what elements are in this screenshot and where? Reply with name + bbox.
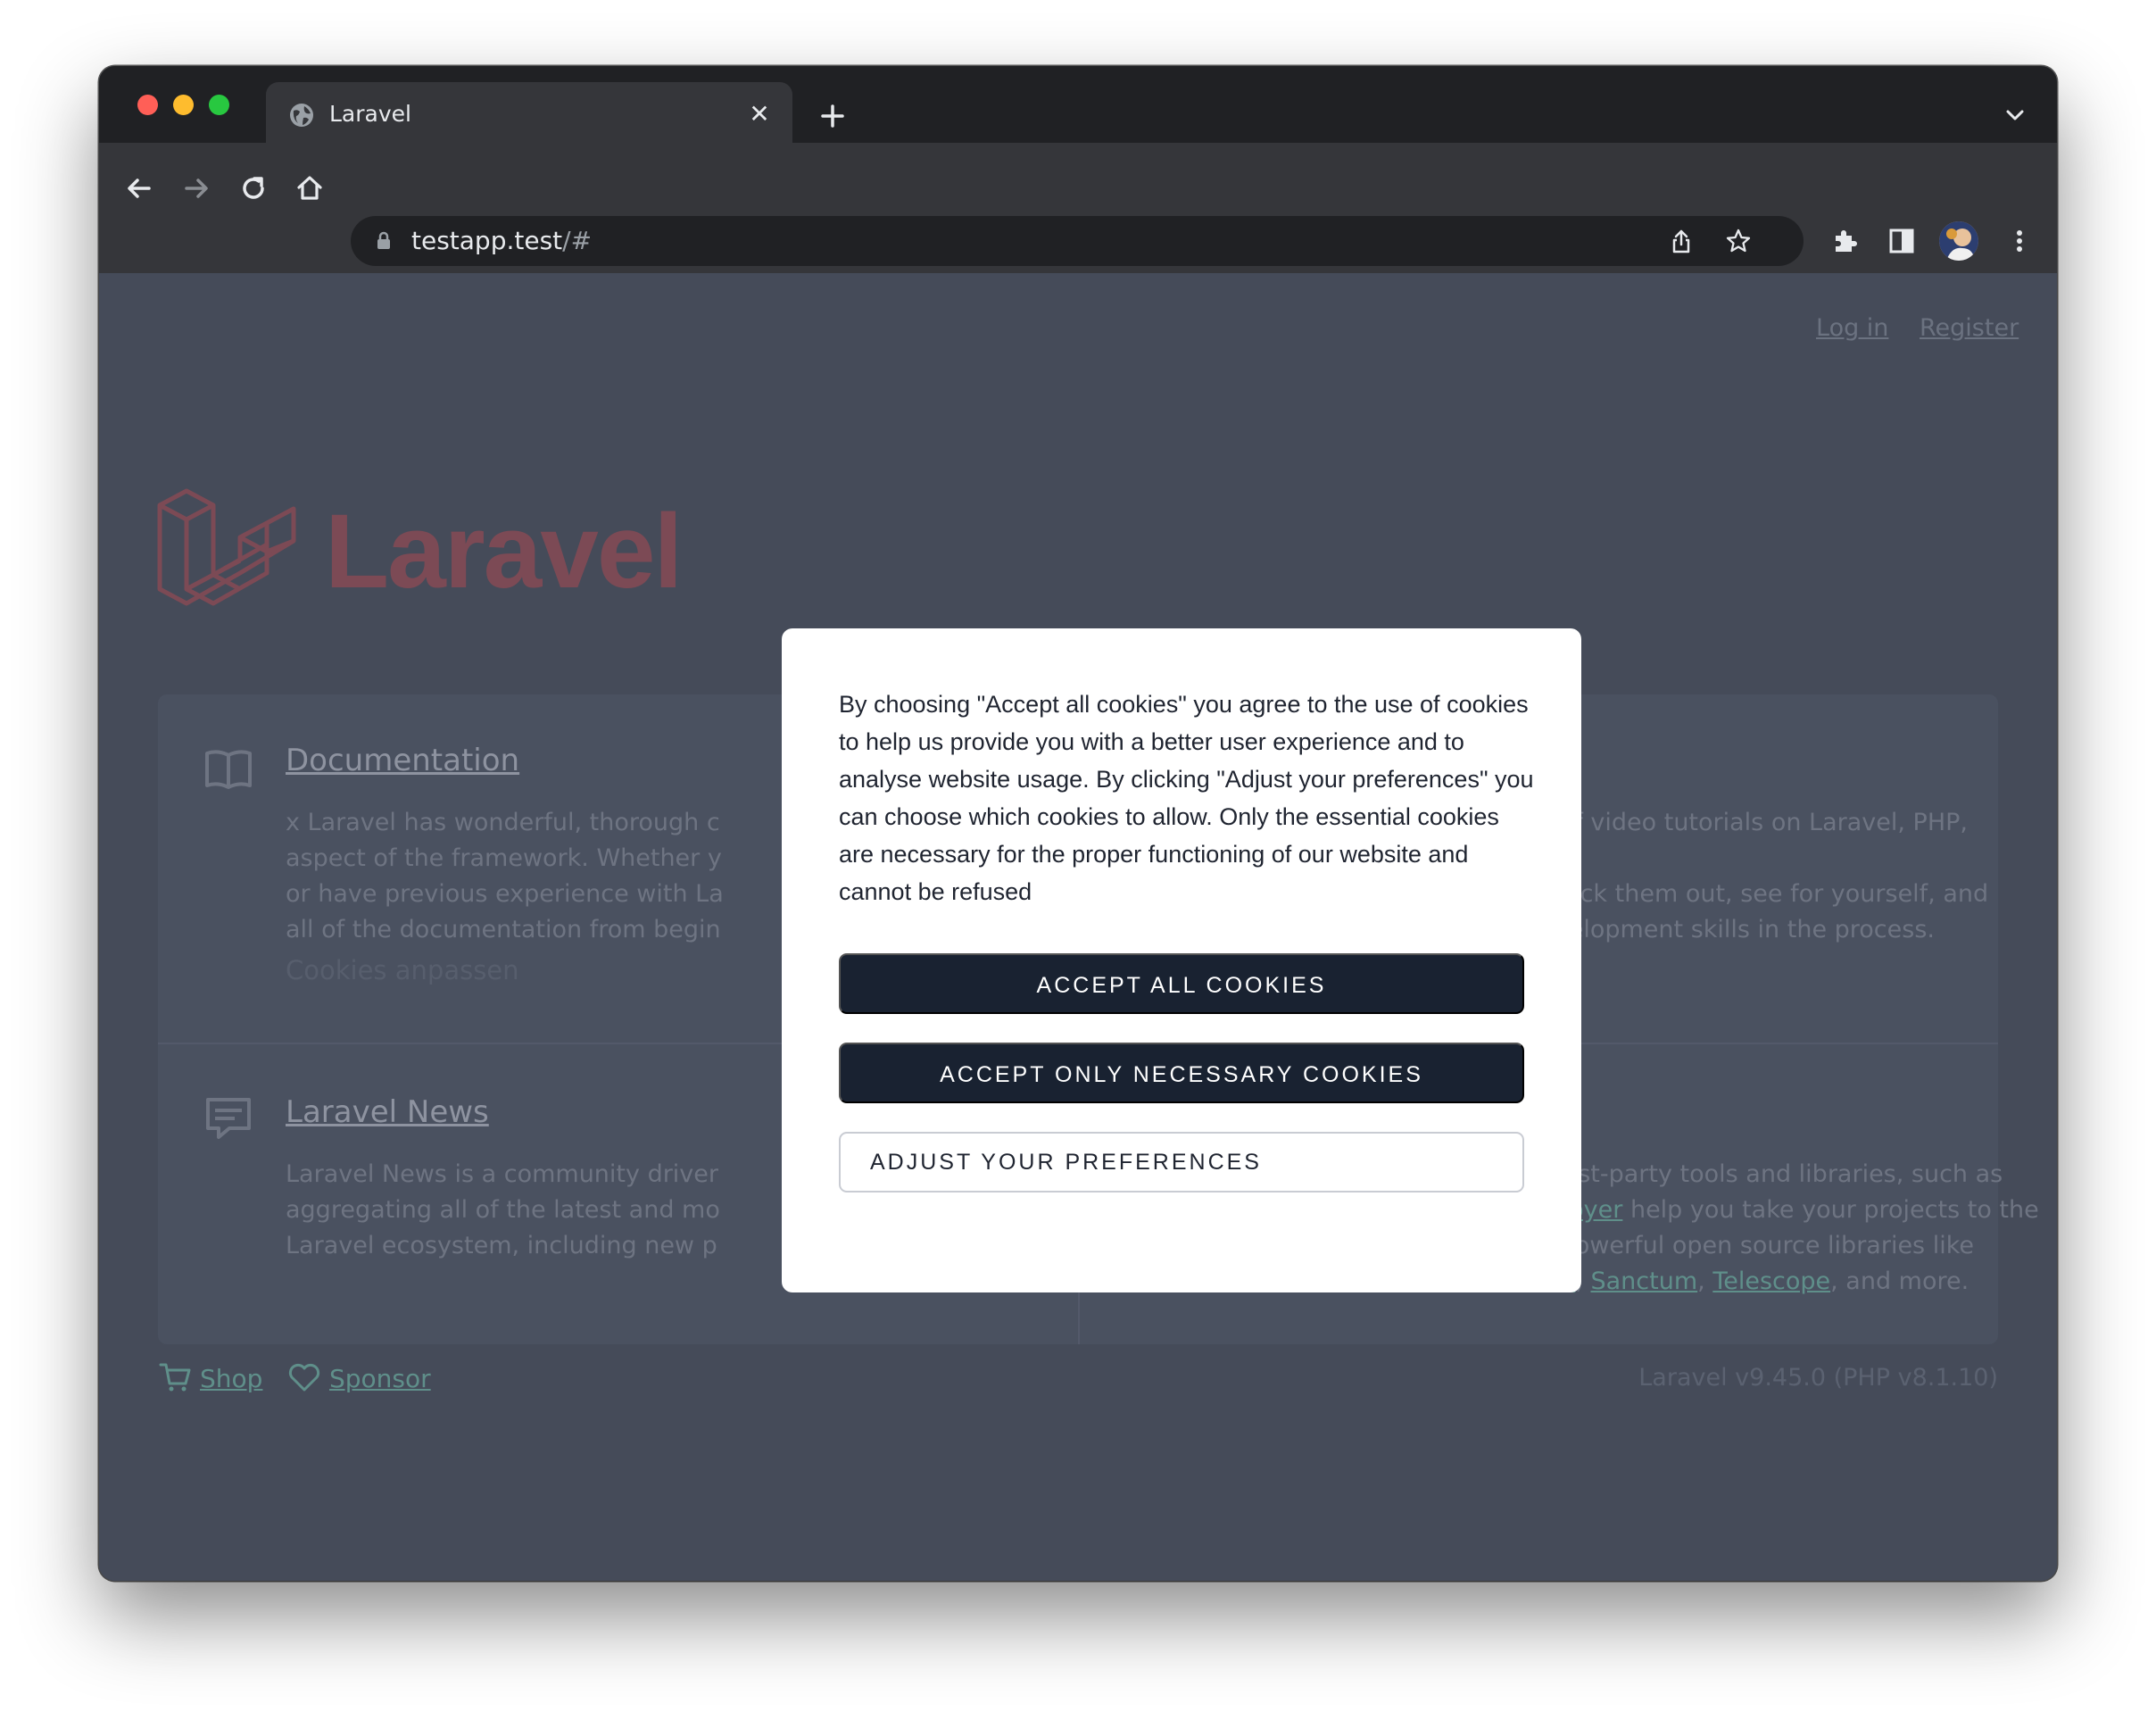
shopping-cart-icon xyxy=(159,1363,191,1392)
ecosystem-text: f first-party tools and libraries, such … xyxy=(1524,1157,2039,1300)
back-arrow-icon[interactable] xyxy=(120,170,158,207)
shop-link[interactable]: Shop xyxy=(200,1364,262,1393)
forward-arrow-icon[interactable] xyxy=(178,170,215,207)
share-icon[interactable] xyxy=(1668,228,1695,254)
cookie-consent-dialog: By choosing "Accept all cookies" you agr… xyxy=(782,628,1581,1292)
minimize-window-button[interactable] xyxy=(173,95,194,115)
chat-message-icon xyxy=(206,1098,251,1139)
documentation-text: x Laravel has wonderful, thorough c aspe… xyxy=(286,809,724,943)
reload-icon[interactable] xyxy=(235,170,272,207)
book-icon xyxy=(205,750,252,789)
url-text[interactable]: testapp.test/# xyxy=(411,223,592,259)
adjust-preferences-button[interactable]: ADJUST YOUR PREFERENCES xyxy=(839,1132,1524,1193)
customize-cookies-link[interactable]: Cookies anpassen xyxy=(286,955,519,985)
telescope-link[interactable]: Telescope xyxy=(1712,1267,1830,1295)
browser-window: Laravel ✕ testapp.test/# Log in Register… xyxy=(99,66,2057,1581)
tab-title: Laravel xyxy=(329,101,411,127)
chevron-down-icon[interactable] xyxy=(2002,102,2028,129)
profile-avatar[interactable] xyxy=(1939,221,1978,261)
new-tab-icon[interactable] xyxy=(815,98,850,134)
version-text: Laravel v9.45.0 (PHP v8.1.10) xyxy=(1638,1364,1998,1392)
laravel-news-title-link[interactable]: Laravel News xyxy=(286,1094,489,1130)
close-tab-icon[interactable]: ✕ xyxy=(745,100,774,129)
lock-icon[interactable] xyxy=(374,231,394,251)
tab-strip: Laravel ✕ xyxy=(99,66,2057,143)
tab-laravel[interactable]: Laravel ✕ xyxy=(266,82,792,143)
side-panel-icon[interactable] xyxy=(1887,227,1916,255)
accept-all-cookies-button[interactable]: ACCEPT ALL COOKIES xyxy=(839,953,1524,1014)
bookmark-star-icon[interactable] xyxy=(1725,228,1752,254)
accept-necessary-cookies-button[interactable]: ACCEPT ONLY NECESSARY COOKIES xyxy=(839,1043,1524,1103)
laracasts-text: ds of video tutorials on Laravel, PHP, a… xyxy=(1524,809,1989,943)
globe-icon xyxy=(290,104,313,127)
news-text: Laravel News is a community driver aggre… xyxy=(286,1160,720,1259)
documentation-title-link[interactable]: Documentation xyxy=(286,743,519,778)
more-menu-icon[interactable] xyxy=(2005,227,2034,255)
home-icon[interactable] xyxy=(291,170,328,207)
laravel-wordmark: Laravel xyxy=(325,493,683,611)
login-link[interactable]: Log in xyxy=(1816,314,1888,342)
close-window-button[interactable] xyxy=(137,95,158,115)
maximize-window-button[interactable] xyxy=(209,95,229,115)
sanctum-link[interactable]: Sanctum xyxy=(1590,1267,1697,1295)
cookie-consent-message: By choosing "Accept all cookies" you agr… xyxy=(839,691,1534,905)
heart-icon xyxy=(288,1363,320,1392)
register-link[interactable]: Register xyxy=(1920,314,2019,342)
avatar-image xyxy=(1939,221,1978,261)
extensions-puzzle-icon[interactable] xyxy=(1830,227,1859,255)
sponsor-link[interactable]: Sponsor xyxy=(329,1364,431,1393)
laravel-logo-icon xyxy=(157,488,296,606)
address-bar[interactable]: testapp.test/# xyxy=(351,216,1804,266)
